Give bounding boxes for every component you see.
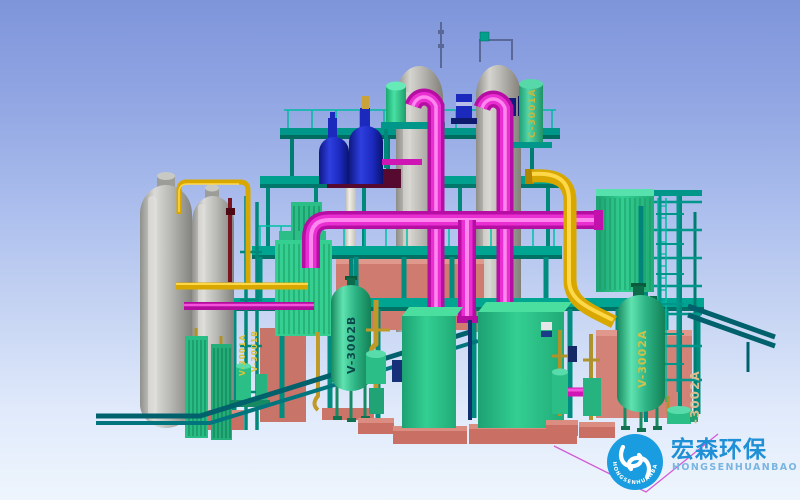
logo-company-name-en: HONGSENHUANBAO [672, 462, 798, 473]
tag-v3002b: V-3002B [345, 316, 358, 374]
tag-c3001a: C-3001A [528, 88, 538, 138]
tag-wall-3002a: -3002A [688, 370, 702, 424]
plant-3d-scene: V-3002B V-3002A -3002A C-3001A V-3001A V… [0, 0, 800, 500]
tag-v3001a: V-3001A [238, 334, 247, 376]
storage-tank-left-a [140, 172, 192, 428]
tag-v3002a: V-3002A [636, 330, 649, 388]
logo-company-name-cn: 宏森环保 [671, 436, 767, 463]
green-tank-box-left [393, 307, 467, 444]
plant-3d-render-viewport: V-3002B V-3002A -3002A C-3001A V-3001A V… [0, 0, 800, 500]
tag-v3001b: V-3001B [250, 330, 259, 372]
far-right-pipe-rack [688, 306, 775, 372]
